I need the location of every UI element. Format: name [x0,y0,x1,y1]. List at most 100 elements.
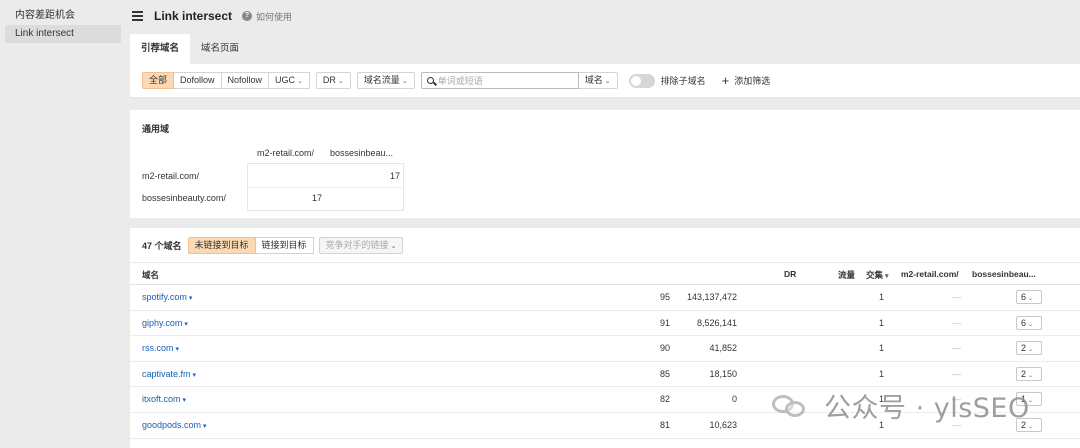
table-row: captivate.fm ▾ 85 18,150 1 — 2 ⌄ [130,362,1080,388]
top-bar: Link intersect ? 如何使用 [126,0,1080,32]
menu-icon[interactable] [132,11,144,21]
dr-value: 95 [659,292,670,302]
chevron-down-icon: ⌄ [1028,321,1034,328]
domain-link[interactable]: spotify.com ▾ [142,292,192,302]
filter-dofollow-button[interactable]: Dofollow [174,72,222,89]
target-link-segment: 未链接到目标 链接到目标 [187,237,314,254]
table-row: giphy.com ▾ 91 8,526,141 1 — 6 ⌄ [130,311,1080,337]
table-row: rss.com ▾ 90 41,852 1 — 2 ⌄ [130,336,1080,362]
bosses-count-dropdown[interactable]: 2 ⌄ [1016,366,1042,381]
m2-value: — [952,343,961,354]
column-header-intersect[interactable]: 交集 ▾ [866,269,889,281]
filter-ugc-dropdown[interactable]: UGC ⌄ [269,72,310,89]
domain-link[interactable]: goodpods.com ▾ [142,420,207,430]
section-title: 通用域 [142,124,170,134]
link-type-segment: 全部 Dofollow Nofollow UGC ⌄ [142,72,310,89]
traffic-dropdown[interactable]: 域名流量 ⌄ [356,72,415,89]
competitor-links-dropdown[interactable]: 竞争对手的链接 ⌄ [318,237,404,254]
m2-value: — [952,368,961,379]
traffic-label: 域名流量 [363,75,400,85]
watermark: 公众号 · ylsSEO [772,386,1030,425]
caret-down-icon: ▾ [182,397,187,405]
search-box [420,72,579,89]
common-domains-panel: 通用域 m2-retail.com/ bossesinbeau... m2-re… [130,110,1080,218]
page-title: Link intersect [154,9,233,23]
table-row: spotify.com ▾ 95 143,137,472 1 — 6 ⌄ [130,285,1080,311]
column-header-bossesinbeauty[interactable]: bossesinbeau... [972,269,1036,279]
domain-link[interactable]: giphy.com ▾ [142,318,188,328]
filter-all-button[interactable]: 全部 [142,72,175,89]
dr-dropdown[interactable]: DR ⌄ [315,72,351,89]
matrix-column-header: m2-retail.com/ [257,148,315,158]
linking-button[interactable]: 链接到目标 [255,237,314,254]
tab-bar: 引荐域名 域名页面 [130,34,250,64]
domain-name: spotify.com [142,292,187,302]
matrix-column-header: bossesinbeau... [330,148,394,158]
dr-value: 91 [659,317,670,328]
traffic-value: 8,526,141 [696,317,737,328]
dr-value: 85 [659,368,670,379]
caret-down-icon: ▾ [203,422,207,430]
bosses-count: 2 [1021,343,1027,354]
bosses-count: 6 [1021,317,1027,328]
exclude-subdomains-toggle[interactable] [628,73,655,88]
caret-down-icon: ▾ [184,320,188,328]
traffic-value: 0 [731,394,737,405]
chevron-down-icon: ⌄ [337,78,344,85]
search-input[interactable] [437,75,568,86]
domain-link[interactable]: itxoft.com ▾ [142,394,186,404]
dr-label: DR [322,75,336,85]
column-header-domain[interactable]: 域名 [142,269,159,281]
bosses-count-dropdown[interactable]: 6 ⌄ [1016,315,1042,330]
bosses-count-dropdown[interactable]: 2 ⌄ [1016,341,1042,356]
dr-value: 82 [659,394,670,405]
help-icon[interactable]: ? [242,11,253,21]
domain-count: 47 个域名 [142,241,182,251]
sidebar-item-link-intersect[interactable]: Link intersect [5,25,121,43]
intersect-value: 1 [879,292,885,302]
exclude-subdomains-label: 排除子域名 [660,76,706,86]
filter-nofollow-button[interactable]: Nofollow [221,72,270,89]
column-header-traffic[interactable]: 流量 [838,269,855,281]
wechat-icon [772,393,808,419]
competitor-links-label: 竞争对手的链接 [325,240,389,250]
domain-link[interactable]: captivate.fm ▾ [142,369,196,379]
chevron-down-icon: ⌄ [297,78,303,85]
domain-link[interactable]: rss.com ▾ [142,343,179,353]
results-header: 47 个域名 未链接到目标 链接到目标 竞争对手的链接 ⌄ [142,237,404,254]
bosses-count: 2 [1021,368,1027,379]
bosses-count-dropdown[interactable]: 6 ⌄ [1016,290,1042,304]
chevron-down-icon: ⌄ [401,78,408,85]
bosses-count: 6 [1021,292,1027,302]
help-link[interactable]: 如何使用 [256,10,292,23]
add-filter-label: 添加筛选 [734,76,771,86]
column-header-dr[interactable]: DR [784,269,796,279]
search-icon [426,77,434,84]
matrix-row-label: bossesinbeauty.com/ [142,193,226,203]
watermark-text: 公众号 · ylsSEO [824,393,1030,424]
intersect-value: 1 [879,317,885,328]
sidebar-item-content-gap[interactable]: 内容差距机会 [5,7,121,25]
matrix-cell[interactable]: 17 [312,193,322,203]
search-scope-dropdown[interactable]: 域名 ⌄ [578,72,618,89]
caret-down-icon: ▾ [188,295,193,302]
matrix-row-label: m2-retail.com/ [142,171,200,181]
tab-domain-pages[interactable]: 域名页面 [190,34,250,64]
chevron-down-icon: ⌄ [1028,296,1034,302]
column-header-m2-retail[interactable]: m2-retail.com/ [901,269,959,279]
matrix-cell[interactable]: 17 [390,171,400,181]
intersect-label: 交集 [866,270,884,280]
not-linking-button[interactable]: 未链接到目标 [187,237,256,254]
traffic-value: 41,852 [709,343,737,354]
plus-icon: + [721,72,730,88]
search-scope-label: 域名 [584,75,603,85]
filter-bar: 全部 Dofollow Nofollow UGC⌄ DR⌄ 域名流量⌄ 域名⌄ … [130,64,1080,98]
sidebar: 内容差距机会 Link intersect [0,0,126,448]
ugc-label: UGC [275,75,296,85]
table-header: 域名 DR 流量 交集 ▾ m2-retail.com/ bossesinbeau… [130,262,1080,285]
traffic-value: 143,137,472 [686,292,737,302]
tab-referring-domains[interactable]: 引荐域名 [130,34,191,64]
m2-value: — [952,317,961,328]
sort-desc-icon: ▾ [885,273,889,280]
add-filter-button[interactable]: + 添加筛选 [722,74,771,87]
